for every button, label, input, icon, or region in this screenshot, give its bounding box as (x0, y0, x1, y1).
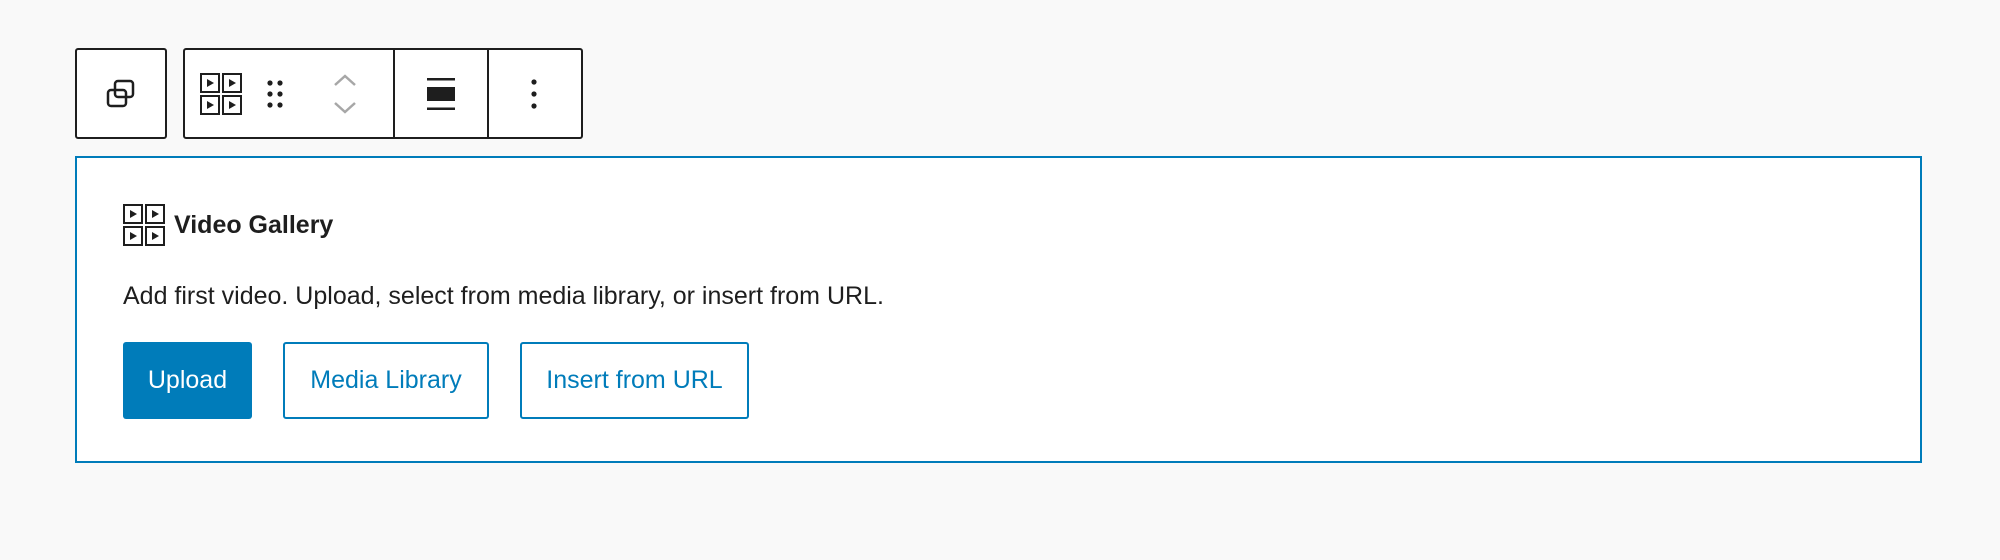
drag-handle-icon (267, 79, 283, 108)
drag-handle-button[interactable] (253, 50, 297, 137)
video-gallery-icon (200, 72, 242, 115)
block-toolbar-group (183, 48, 583, 139)
move-down-button[interactable] (325, 94, 365, 122)
block-header: Video Gallery (123, 204, 333, 246)
align-wide-icon (427, 77, 455, 110)
chevron-down-icon (334, 101, 356, 114)
more-vertical-icon (531, 78, 537, 109)
media-library-button[interactable]: Media Library (283, 342, 489, 419)
block-title: Video Gallery (174, 210, 334, 239)
block-instructions: Add first video. Upload, select from med… (123, 282, 884, 310)
more-options-button[interactable] (489, 50, 579, 137)
block-actions: Upload Media Library Insert from URL (123, 342, 780, 419)
copy-transform-icon (106, 79, 135, 107)
move-up-button[interactable] (325, 66, 365, 94)
insert-from-url-button[interactable]: Insert from URL (520, 342, 749, 419)
block-transform-group (75, 48, 167, 139)
chevron-up-icon (334, 73, 356, 86)
block-type-button[interactable] (185, 50, 257, 137)
upload-button[interactable]: Upload (123, 342, 252, 419)
align-button[interactable] (395, 50, 487, 137)
transform-button[interactable] (77, 50, 165, 137)
block-mover (297, 50, 393, 137)
video-gallery-block[interactable]: Video Gallery Add first video. Upload, s… (75, 156, 1922, 463)
video-gallery-icon (123, 204, 165, 246)
